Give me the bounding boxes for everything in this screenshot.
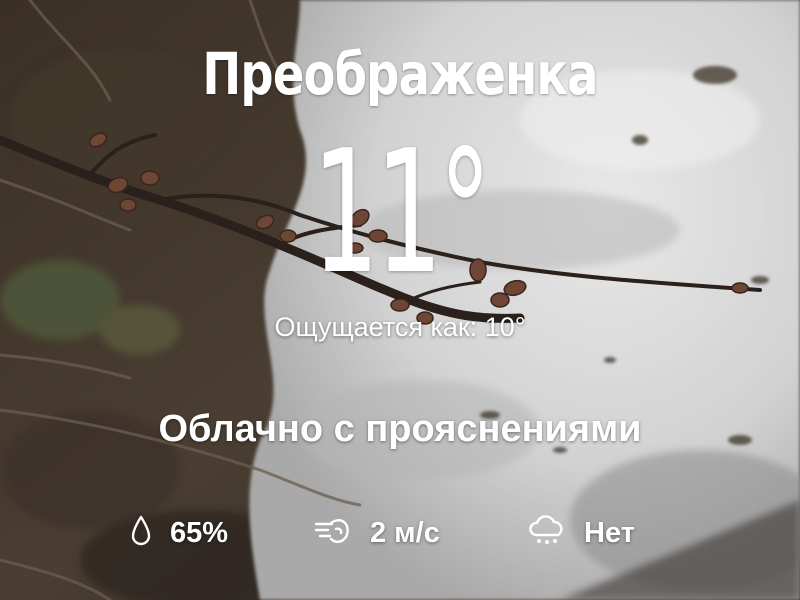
- temperature: 11°: [312, 114, 491, 312]
- wind-value: 2 м/с: [370, 516, 440, 549]
- cloud-rain-icon: [528, 515, 566, 551]
- city-name: Преображенка: [202, 40, 598, 108]
- water-drop-icon: [130, 515, 152, 551]
- humidity-stat: 65%: [130, 510, 228, 556]
- weather-stats: 65% 2 м/с Нет: [0, 510, 800, 556]
- feels-like-text: Ощущается как: 10°: [274, 312, 526, 342]
- precipitation-value: Нет: [584, 516, 635, 549]
- wind-icon: [314, 516, 352, 550]
- weather-condition: Облачно с прояснениями: [158, 408, 642, 450]
- wind-stat: 2 м/с: [314, 510, 440, 556]
- precipitation-stat: Нет: [528, 510, 635, 556]
- humidity-value: 65%: [170, 516, 229, 549]
